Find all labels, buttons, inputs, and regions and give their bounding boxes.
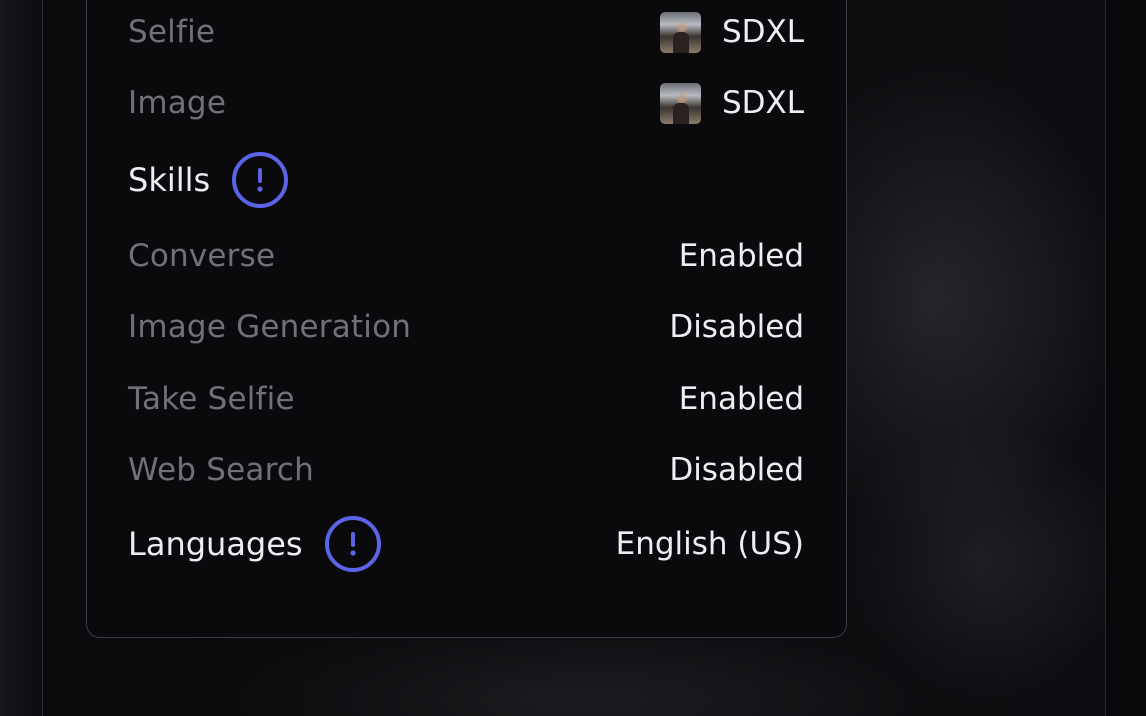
model-name: SDXL [721,14,804,50]
skill-status[interactable]: Enabled [679,238,804,274]
left-edge [0,0,42,716]
model-thumbnail-icon [659,82,701,124]
info-icon[interactable] [232,152,289,208]
model-thumbnail-icon [659,11,701,53]
skill-status[interactable]: Disabled [669,452,804,488]
skill-row-web-search: Web Search Disabled [128,448,804,492]
language-value[interactable]: English (US) [616,526,804,562]
skill-row-image-generation: Image Generation Disabled [128,305,804,349]
skill-label: Converse [128,238,276,274]
skill-label: Web Search [128,452,314,488]
model-row-image: Image SDXL [128,81,804,125]
languages-row: Languages English (US) [128,516,804,572]
skills-header: Skills [128,152,804,208]
info-icon[interactable] [324,516,381,572]
skills-title: Skills [128,161,211,199]
model-label: Selfie [128,14,216,50]
skill-status[interactable]: Enabled [679,381,804,417]
skill-label: Take Selfie [128,381,295,417]
app-background: Selfie SDXL Image SDXL Skills Converse E… [0,0,1146,716]
skills-heading: Skills [128,152,289,208]
model-value[interactable]: SDXL [659,11,804,53]
model-name: SDXL [721,85,804,121]
languages-heading: Languages [128,516,381,572]
skill-row-converse: Converse Enabled [128,234,804,278]
model-row-selfie: Selfie SDXL [128,10,804,54]
model-value[interactable]: SDXL [659,82,804,124]
model-label: Image [128,85,227,121]
skill-label: Image Generation [128,309,412,345]
skill-status[interactable]: Disabled [669,309,804,345]
skill-row-take-selfie: Take Selfie Enabled [128,377,804,421]
languages-title: Languages [128,525,303,563]
right-edge [1106,0,1146,716]
